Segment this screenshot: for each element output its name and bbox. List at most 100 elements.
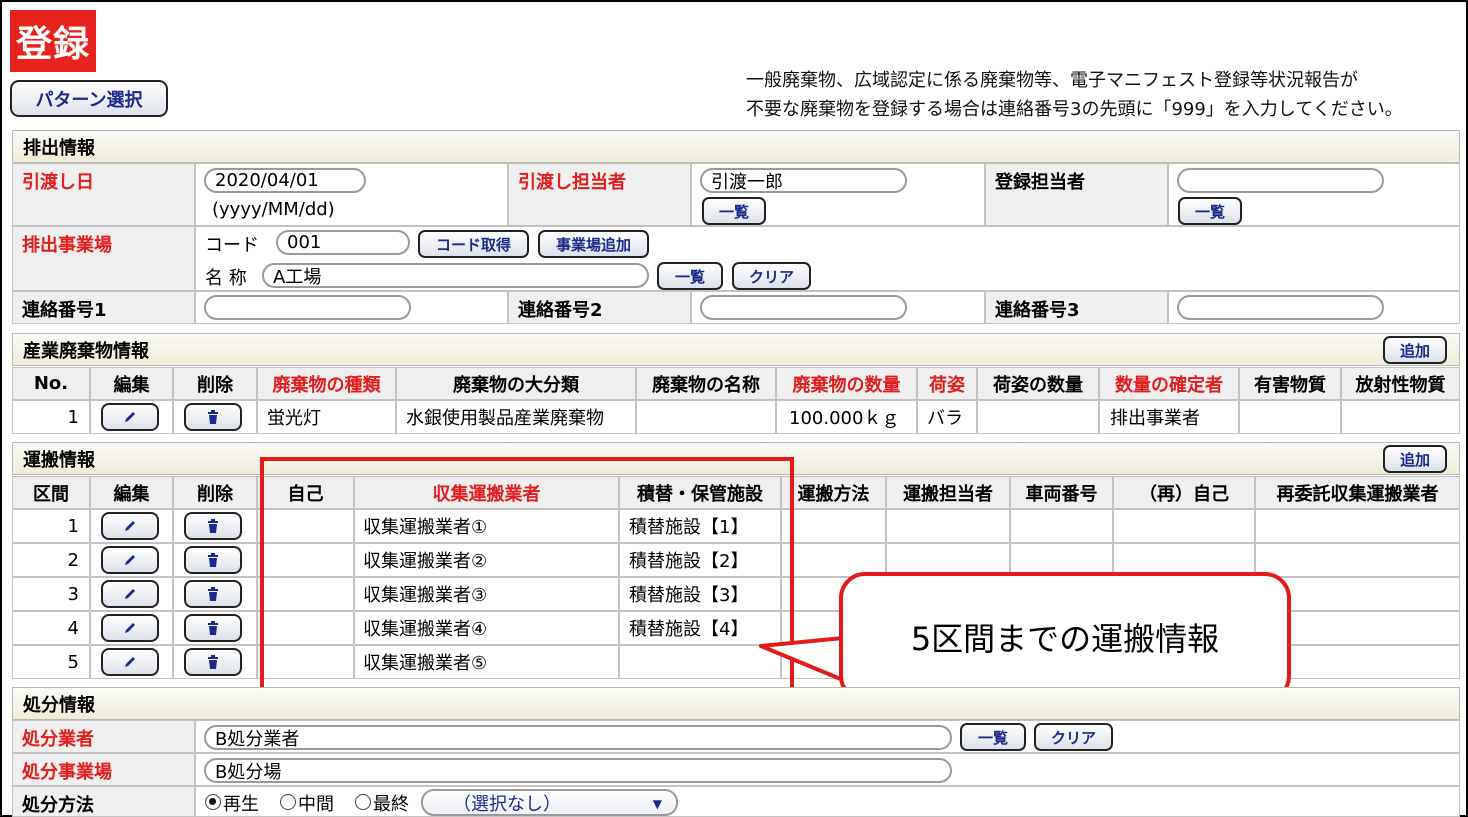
waste-col-category: 廃棄物の大分類	[396, 367, 636, 400]
register-badge: 登録	[10, 10, 96, 72]
waste-col-edit: 編集	[90, 367, 173, 400]
notice-text: 一般廃棄物、広域認定に係る廃棄物等、電子マニフェスト登録等状況報告が 不要な廃棄…	[746, 66, 1403, 124]
handover-person-list-button[interactable]: 一覧	[702, 197, 766, 225]
transport-row-edit-button[interactable]	[101, 580, 159, 608]
method-label-final: 最終	[373, 794, 409, 815]
waste-col-pack-qty: 荷姿の数量	[977, 367, 1099, 400]
contact2-label: 連絡番号2	[508, 291, 691, 324]
waste-row-edit-button[interactable]	[101, 403, 159, 431]
waste-row-name	[636, 400, 776, 434]
transport-col-method: 運搬方法	[781, 476, 886, 509]
waste-row-no: 1	[12, 400, 90, 434]
transport-row-cell	[1255, 509, 1460, 543]
waste-row-category: 水銀使用製品産業廃棄物	[396, 400, 636, 434]
disposal-method-select-value: （選択なし）	[453, 793, 561, 815]
transport-row-edit-button[interactable]	[101, 648, 159, 676]
waste-col-packaging: 荷姿	[917, 367, 977, 400]
disposal-operator-label: 処分業者	[12, 720, 195, 753]
registrant-list-button[interactable]: 一覧	[1178, 197, 1242, 225]
method-label-intermediate: 中間	[298, 794, 334, 815]
discharge-site-label: 排出事業場	[12, 226, 195, 291]
handover-person-input[interactable]	[700, 168, 907, 193]
waste-section-header: 産業廃棄物情報	[12, 333, 1460, 366]
transport-row-delete-button[interactable]	[184, 580, 242, 608]
transport-col-person: 運搬担当者	[886, 476, 1010, 509]
waste-row-hazardous	[1239, 400, 1341, 434]
pattern-select-button[interactable]: パターン選択	[10, 80, 168, 117]
transport-row-cell	[781, 509, 886, 543]
trash-icon	[208, 410, 218, 424]
pencil-icon	[125, 657, 135, 667]
transport-col-reself: （再）自己	[1113, 476, 1255, 509]
site-name-input[interactable]	[262, 263, 649, 288]
registrant-label: 登録担当者	[985, 163, 1168, 226]
transport-col-section: 区間	[12, 476, 90, 509]
waste-row-pack-qty	[977, 400, 1099, 434]
contact3-label: 連絡番号3	[985, 291, 1168, 324]
site-code-input[interactable]	[276, 230, 410, 255]
waste-row-quantity: 100.000ｋｇ	[776, 400, 917, 434]
transport-row-no: 2	[12, 543, 90, 577]
contact1-input[interactable]	[204, 295, 411, 320]
transport-row-cell	[886, 509, 1010, 543]
transport-row-delete-button[interactable]	[184, 614, 242, 642]
transport-row-edit-button[interactable]	[101, 546, 159, 574]
chevron-down-icon: ▼	[652, 797, 662, 811]
handover-date-label: 引渡し日	[12, 163, 195, 226]
disposal-operator-clear-button[interactable]: クリア	[1034, 723, 1113, 751]
transport-col-vehicle: 車両番号	[1010, 476, 1113, 509]
site-clear-button[interactable]: クリア	[732, 262, 811, 290]
waste-row-packaging: バラ	[917, 400, 977, 434]
pencil-icon	[125, 412, 135, 422]
handover-date-input[interactable]	[204, 168, 366, 193]
method-radio-intermediate[interactable]	[280, 794, 296, 810]
site-list-button[interactable]: 一覧	[657, 262, 723, 290]
method-radio-final[interactable]	[355, 794, 371, 810]
transport-row-delete-button[interactable]	[184, 546, 242, 574]
pencil-icon	[125, 589, 135, 599]
waste-col-delete: 削除	[173, 367, 257, 400]
waste-row-delete-button[interactable]	[184, 403, 242, 431]
method-radio-recycle[interactable]	[205, 794, 221, 810]
disposal-method-select[interactable]: （選択なし） ▼	[421, 789, 678, 816]
waste-row-type: 蛍光灯	[257, 400, 396, 434]
waste-col-name: 廃棄物の名称	[636, 367, 776, 400]
transport-row-no: 5	[12, 645, 90, 679]
disposal-operator-input[interactable]	[204, 725, 952, 750]
trash-icon	[208, 553, 218, 567]
registrant-input[interactable]	[1177, 168, 1384, 193]
disposal-operator-list-button[interactable]: 一覧	[960, 723, 1026, 751]
get-code-button[interactable]: コード取得	[418, 230, 529, 258]
disposal-section-header: 処分情報	[12, 687, 1460, 720]
transport-add-button[interactable]: 追加	[1383, 445, 1447, 473]
notice-line-2: 不要な廃棄物を登録する場合は連絡番号3の先頭に「999」を入力してください。	[746, 99, 1403, 120]
transport-row-no: 4	[12, 611, 90, 645]
trash-icon	[208, 519, 218, 533]
transport-col-subcontractor: 再委託収集運搬業者	[1255, 476, 1460, 509]
pencil-icon	[125, 521, 135, 531]
method-label-recycle: 再生	[223, 794, 259, 815]
transport-row-edit-button[interactable]	[101, 512, 159, 540]
transport-col-edit: 編集	[90, 476, 173, 509]
transport-highlight-frame	[260, 457, 794, 707]
transport-row-delete-button[interactable]	[184, 648, 242, 676]
notice-line-1: 一般廃棄物、広域認定に係る廃棄物等、電子マニフェスト登録等状況報告が	[746, 70, 1358, 91]
add-site-button[interactable]: 事業場追加	[538, 230, 649, 258]
contact2-input[interactable]	[700, 295, 907, 320]
waste-row-radioactive	[1341, 400, 1460, 434]
site-name-label: 名 称	[205, 268, 247, 289]
transport-col-delete: 削除	[173, 476, 257, 509]
transport-row-edit-button[interactable]	[101, 614, 159, 642]
disposal-site-input[interactable]	[204, 758, 952, 783]
waste-col-quantity: 廃棄物の数量	[776, 367, 917, 400]
transport-row-cell	[1010, 509, 1113, 543]
transport-row-cell	[1255, 543, 1460, 577]
transport-row-delete-button[interactable]	[184, 512, 242, 540]
transport-row-no: 1	[12, 509, 90, 543]
trash-icon	[208, 655, 218, 669]
callout-bubble: 5区間までの運搬情報	[839, 572, 1291, 702]
pencil-icon	[125, 623, 135, 633]
pencil-icon	[125, 555, 135, 565]
waste-add-button[interactable]: 追加	[1383, 336, 1447, 364]
contact3-input[interactable]	[1177, 295, 1384, 320]
